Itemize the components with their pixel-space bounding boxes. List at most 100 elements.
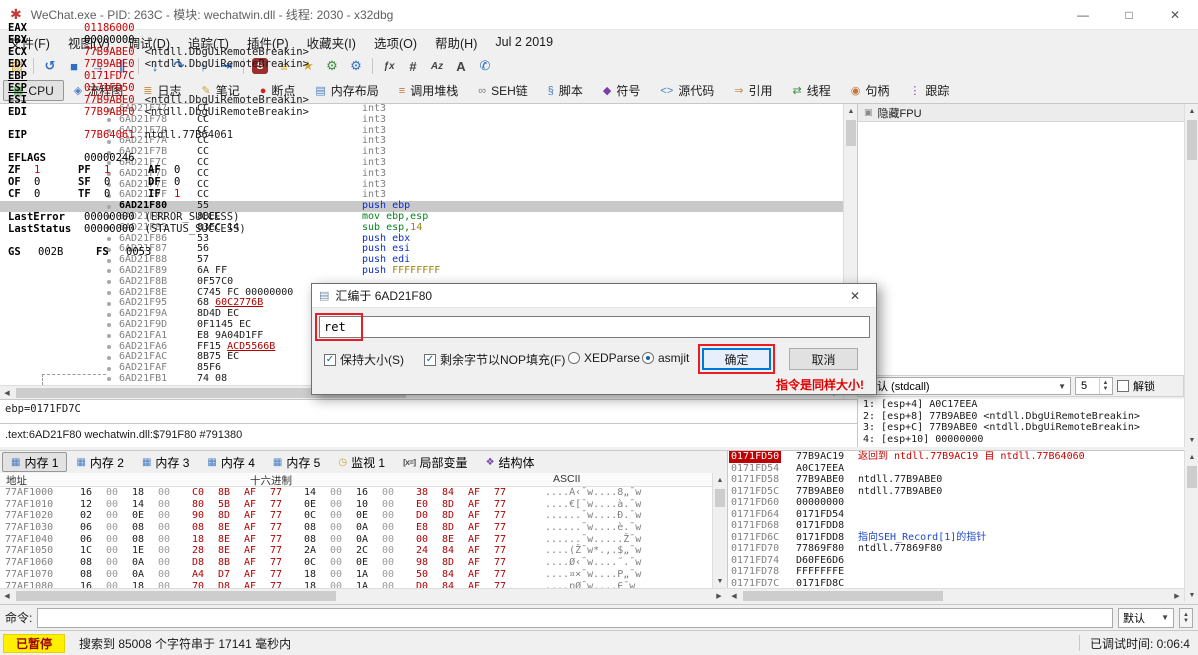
scroll-up-icon[interactable]: ▲ [1185, 450, 1198, 464]
unlock-checkbox[interactable]: 解锁 [1117, 378, 1155, 394]
breakpoint-dot[interactable] [107, 280, 111, 284]
command-history-stepper[interactable]: ▲▼ [1179, 608, 1193, 628]
stack-row[interactable]: 0171FD5077B9AC19返回到 ntdll.77B9AC19 自 ntd… [728, 451, 1184, 463]
register-row[interactable]: EBX00000000 [8, 34, 1196, 46]
register-row[interactable]: EDI77B9ABE0<ntdll.DbgUiRemoteBreakin> [8, 106, 1196, 118]
memory-row[interactable]: 77AF102002000E00908DAF770C000E00D08DAF77… [0, 510, 712, 522]
memory-row[interactable]: 77AF101012001400805BAF770E001000E08DAF77… [0, 499, 712, 511]
spinner-arrows-icon[interactable]: ▲▼ [1099, 378, 1111, 394]
memory-scrollbar[interactable]: ▲ ▼ [712, 473, 726, 588]
stack-row[interactable]: 0171FD7077869F80ntdll.77869F80 [728, 543, 1184, 555]
tab-memory-2[interactable]: ▦内存 2 [67, 452, 132, 472]
scroll-left-icon[interactable]: ◀ [0, 589, 14, 603]
scroll-right-icon[interactable]: ▶ [1170, 589, 1184, 603]
tab-memory-4[interactable]: ▦内存 4 [198, 452, 263, 472]
breakpoint-dot[interactable] [107, 259, 111, 263]
keep-size-checkbox[interactable]: ✓ 保持大小(S) [324, 351, 404, 368]
registers-scrollbar[interactable]: ▲ ▼ [1184, 104, 1198, 447]
scrollbar-thumb[interactable] [743, 591, 943, 601]
breakpoint-dot[interactable] [107, 323, 111, 327]
ok-button[interactable]: 确定 [702, 348, 771, 370]
register-row[interactable]: EIP77B64061ntdll.77B64061 [8, 129, 1196, 141]
memory-row[interactable]: 77AF106008000A00D88BAF770C000E00988DAF77… [0, 557, 712, 569]
stack-row[interactable]: 0171FD7C0171FD8C [728, 578, 1184, 589]
stack-row[interactable]: 0171FD78FFFFFFFE [728, 566, 1184, 578]
memory-row[interactable]: 77AF107008000A00A4D7AF7718001A005084AF77… [0, 569, 712, 581]
stack-row[interactable]: 0171FD680171FDD8 [728, 520, 1184, 532]
memory-dump-view[interactable]: 77AF100016001800C08BAF77140016003884AF77… [0, 487, 712, 588]
register-row[interactable]: LastStatus00000000(STATUS_SUCCESS) [8, 223, 1196, 235]
tab-struct[interactable]: ❖结构体 [477, 452, 544, 472]
stack-row[interactable]: 0171FD6000000000 [728, 497, 1184, 509]
register-row[interactable]: CF0TF0IF1 [8, 188, 1196, 200]
memory-row[interactable]: 77AF103006000800088EAF7708000A00E88DAF77… [0, 522, 712, 534]
breakpoint-dot[interactable] [107, 334, 111, 338]
argument-count-spinner[interactable]: 5 ▲▼ [1075, 377, 1113, 395]
scroll-down-icon[interactable]: ▼ [1185, 433, 1198, 447]
scroll-right-icon[interactable]: ▶ [712, 589, 726, 603]
cancel-button[interactable]: 取消 [789, 348, 858, 370]
stack-row[interactable]: 0171FD6C0171FDD8指向SEH_Record[1]的指针 [728, 532, 1184, 544]
breakpoint-dot[interactable] [107, 356, 111, 360]
argument-row[interactable]: 1: [esp+4] A0C17EEA [863, 399, 1184, 411]
register-row[interactable]: EAX01186000 [8, 22, 1196, 34]
argument-row[interactable]: 4: [esp+10] 00000000 [863, 434, 1184, 446]
scroll-left-icon[interactable]: ◀ [727, 589, 741, 603]
memory-row[interactable]: 77AF104006000800188EAF7708000A00008EAF77… [0, 534, 712, 546]
stack-row[interactable]: 0171FD5877B9ABE0ntdll.77B9ABE0 [728, 474, 1184, 486]
register-row[interactable]: ZF1PF1AF0 [8, 164, 1196, 176]
tab-locals[interactable]: [x=]局部变量 [394, 452, 476, 472]
scrollbar-thumb[interactable] [1187, 120, 1197, 160]
fill-nop-checkbox[interactable]: ✓ 剩余字节以NOP填充(F) [424, 351, 565, 368]
argument-row[interactable]: 3: [esp+C] 77B9ABE0 <ntdll.DbgUiRemoteBr… [863, 422, 1184, 434]
calling-convention-select[interactable]: 默认 (stdcall) ▼ [861, 377, 1071, 395]
tab-memory-5[interactable]: ▦内存 5 [264, 452, 329, 472]
xedparse-radio[interactable]: XEDParse [568, 351, 640, 365]
register-row[interactable]: EFLAGS00000246 [8, 152, 1196, 164]
scrollbar-thumb[interactable] [16, 591, 336, 601]
command-input[interactable] [37, 608, 1113, 628]
breakpoint-dot[interactable] [107, 377, 111, 381]
stack-row[interactable]: 0171FD640171FD54 [728, 509, 1184, 521]
register-row[interactable]: ECX77B9ABE0<ntdll.DbgUiRemoteBreakin> [8, 46, 1196, 58]
breakpoint-dot[interactable] [107, 345, 111, 349]
scroll-down-icon[interactable]: ▼ [713, 574, 727, 588]
memory-row[interactable]: 77AF10801600180070D8AF7718001A00D084AF77… [0, 581, 712, 589]
memory-hscrollbar[interactable]: ◀ ▶ [0, 588, 726, 602]
register-row[interactable]: EDX77B9ABE0<ntdll.DbgUiRemoteBreakin> [8, 58, 1196, 70]
stack-scrollbar[interactable]: ▲ ▼ [1184, 450, 1198, 602]
tab-watch-1[interactable]: ◷监视 1 [329, 452, 394, 472]
stack-row[interactable]: 0171FD5C77B9ABE0ntdll.77B9ABE0 [728, 486, 1184, 498]
scroll-left-icon[interactable]: ◀ [0, 386, 14, 400]
scroll-down-icon[interactable]: ▼ [1185, 588, 1198, 602]
register-row[interactable]: OF0SF0DF0 [8, 176, 1196, 188]
asmjit-radio[interactable]: asmjit [642, 351, 689, 365]
register-row[interactable]: ESI77B9ABE0<ntdll.DbgUiRemoteBreakin> [8, 94, 1196, 106]
register-row[interactable]: ESP0171FD50 [8, 82, 1196, 94]
tab-memory-1[interactable]: ▦内存 1 [2, 452, 67, 472]
breakpoint-dot[interactable] [107, 291, 111, 295]
stack-view[interactable]: 0171FD5077B9AC19返回到 ntdll.77B9AC19 自 ntd… [727, 450, 1184, 588]
breakpoint-dot[interactable] [107, 367, 111, 371]
stack-row[interactable]: 0171FD54A0C17EEA [728, 463, 1184, 475]
dialog-close-icon[interactable]: ✕ [841, 289, 869, 303]
stack-row[interactable]: 0171FD74D60FE6D6 [728, 555, 1184, 567]
register-row[interactable]: GS002BFS0053 [8, 246, 1196, 258]
scroll-up-icon[interactable]: ▲ [713, 473, 727, 487]
breakpoint-dot[interactable] [107, 313, 111, 317]
argument-row[interactable]: 2: [esp+8] 77B9ABE0 <ntdll.DbgUiRemoteBr… [863, 411, 1184, 423]
dialog-title-bar[interactable]: ▤ 汇编于 6AD21F80 ✕ [312, 284, 876, 308]
command-syntax-select[interactable]: 默认 ▼ [1118, 608, 1174, 628]
breakpoint-dot[interactable] [107, 269, 111, 273]
stack-hscrollbar[interactable]: ◀ ▶ [727, 588, 1184, 602]
tab-memory-3[interactable]: ▦内存 3 [133, 452, 198, 472]
scrollbar-thumb[interactable] [1187, 466, 1197, 488]
scroll-up-icon[interactable]: ▲ [1185, 104, 1198, 118]
breakpoint-dot[interactable] [107, 302, 111, 306]
memory-row[interactable]: 77AF10501C001E00288EAF772A002C002484AF77… [0, 545, 712, 557]
register-row[interactable]: LastError00000000(ERROR_SUCCESS) [8, 211, 1196, 223]
memory-row[interactable]: 77AF100016001800C08BAF77140016003884AF77… [0, 487, 712, 499]
register-row[interactable]: EBP0171FD7C [8, 70, 1196, 82]
assembly-instruction-input[interactable] [319, 316, 870, 338]
scrollbar-thumb[interactable] [715, 489, 725, 507]
